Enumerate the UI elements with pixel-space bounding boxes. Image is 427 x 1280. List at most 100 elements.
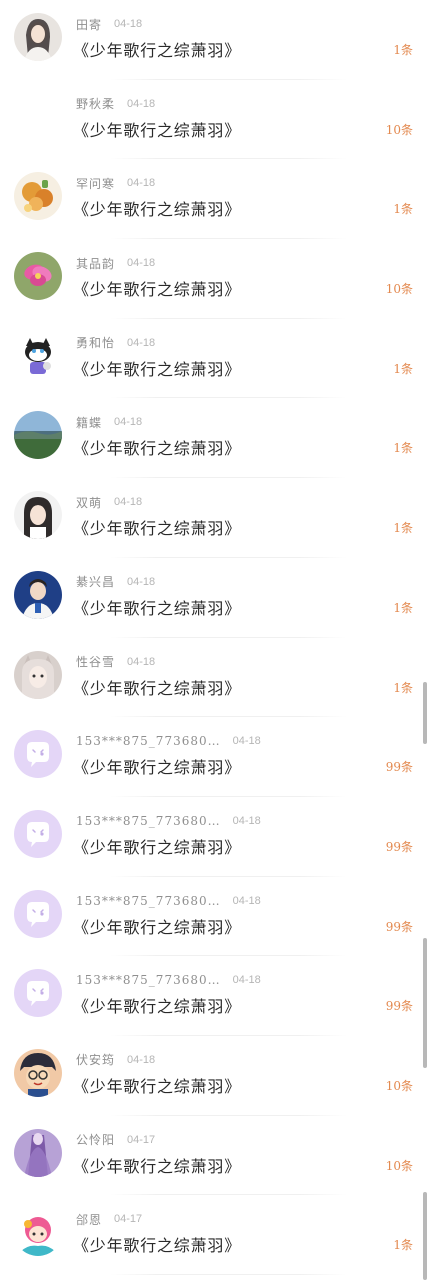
username[interactable]: 其品韵	[76, 255, 115, 272]
avatar[interactable]	[14, 730, 62, 779]
scrollbar-thumb[interactable]	[423, 938, 427, 1068]
user-meta: 性谷雪 04-18	[76, 654, 155, 670]
cat-ear-girl-icon	[14, 650, 62, 699]
user-meta: 双萌 04-18	[76, 494, 142, 510]
list-item[interactable]: 153***875_773680… 04-18 《少年歌行之综萧羽》 99条	[0, 797, 427, 877]
user-meta: 郃恩 04-17	[76, 1211, 142, 1227]
comment-count: 99条	[385, 839, 413, 854]
list-item[interactable]: 野秋柔 04-18 《少年歌行之综萧羽》 10条	[0, 80, 427, 160]
list-item[interactable]: 153***875_773680… 04-18 《少年歌行之综萧羽》 99条	[0, 956, 427, 1036]
reader-list: 田寄 04-18 《少年歌行之综萧羽》 1条 野秋柔 04-18 《少年歌行之综萧羽》 10条…	[0, 0, 427, 1275]
timestamp: 04-18	[127, 1053, 156, 1066]
timestamp: 04-18	[232, 974, 261, 987]
avatar[interactable]	[14, 491, 62, 540]
timestamp: 04-18	[114, 416, 143, 429]
scrollbar-thumb[interactable]	[423, 682, 427, 744]
avatar[interactable]	[14, 1048, 62, 1097]
username[interactable]: 罕问寒	[76, 175, 115, 192]
comment-count: 1条	[393, 441, 413, 456]
avatar[interactable]	[14, 1128, 62, 1177]
timestamp: 04-18	[232, 814, 261, 827]
avatar[interactable]	[14, 1208, 62, 1257]
book-title[interactable]: 《少年歌行之综萧羽》	[73, 595, 241, 619]
username[interactable]: 性谷雪	[76, 653, 115, 670]
avatar[interactable]	[14, 570, 62, 619]
comment-count: 1条	[393, 43, 413, 57]
book-title[interactable]: 《少年歌行之综萧羽》	[73, 914, 241, 938]
list-item[interactable]: 公怜阳 04-17 《少年歌行之综萧羽》 10条	[0, 1116, 427, 1196]
user-meta: 公怜阳 04-17	[76, 1132, 155, 1148]
comment-count: 1条	[393, 1238, 413, 1253]
username[interactable]: 153***875_773680…	[76, 894, 221, 908]
list-item[interactable]: 双萌 04-18 《少年歌行之综萧羽》 1条	[0, 478, 427, 558]
avatar[interactable]	[14, 809, 62, 858]
default-chat-bubble-icon	[14, 809, 62, 858]
avatar[interactable]	[14, 331, 62, 380]
user-meta: 田寄 04-18	[76, 16, 142, 32]
list-item[interactable]: 伏安筠 04-18 《少年歌行之综萧羽》 10条	[0, 1036, 427, 1116]
list-item[interactable]: 郃恩 04-17 《少年歌行之综萧羽》 1条	[0, 1195, 427, 1275]
book-title[interactable]: 《少年歌行之综萧羽》	[73, 1153, 241, 1177]
book-title[interactable]: 《少年歌行之综萧羽》	[73, 993, 241, 1017]
avatar[interactable]	[14, 92, 62, 141]
user-meta: 153***875_773680… 04-18	[76, 733, 261, 749]
username[interactable]: 双萌	[76, 494, 102, 511]
list-item[interactable]: 性谷雪 04-18 《少年歌行之综萧羽》 1条	[0, 638, 427, 718]
username[interactable]: 153***875_773680…	[76, 734, 221, 748]
timestamp: 04-18	[127, 257, 156, 270]
book-title[interactable]: 《少年歌行之综萧羽》	[73, 1073, 241, 1097]
avatar[interactable]	[14, 13, 62, 61]
username[interactable]: 籍蝶	[76, 414, 102, 431]
username[interactable]: 勇和怡	[76, 334, 115, 351]
book-title[interactable]: 《少年歌行之综萧羽》	[73, 435, 241, 459]
book-title[interactable]: 《少年歌行之综萧羽》	[73, 356, 241, 380]
book-title[interactable]: 《少年歌行之综萧羽》	[73, 834, 241, 858]
user-meta: 野秋柔 04-18	[76, 96, 155, 112]
username[interactable]: 田寄	[76, 16, 102, 33]
landscape-icon	[14, 411, 62, 460]
username[interactable]: 153***875_773680…	[76, 973, 221, 987]
list-item[interactable]: 綦兴昌 04-18 《少年歌行之综萧羽》 1条	[0, 558, 427, 638]
book-title[interactable]: 《少年歌行之综萧羽》	[73, 276, 241, 300]
girl-photo-icon	[14, 491, 62, 540]
avatar[interactable]	[14, 252, 62, 301]
book-title[interactable]: 《少年歌行之综萧羽》	[73, 754, 241, 778]
list-item[interactable]: 其品韵 04-18 《少年歌行之综萧羽》 10条	[0, 239, 427, 319]
avatar[interactable]	[14, 172, 62, 221]
avatar[interactable]	[14, 411, 62, 460]
avatar[interactable]	[14, 969, 62, 1018]
username[interactable]: 綦兴昌	[76, 573, 115, 590]
avatar[interactable]	[14, 889, 62, 938]
user-meta: 其品韵 04-18	[76, 255, 155, 271]
username[interactable]: 郃恩	[76, 1211, 102, 1228]
book-title[interactable]: 《少年歌行之综萧羽》	[73, 117, 241, 141]
username[interactable]: 野秋柔	[76, 95, 115, 112]
book-title[interactable]: 《少年歌行之综萧羽》	[73, 515, 241, 539]
boy-photo-icon	[14, 570, 62, 619]
timestamp: 04-18	[232, 735, 261, 748]
book-title[interactable]: 《少年歌行之综萧羽》	[73, 196, 241, 220]
book-title[interactable]: 《少年歌行之综萧羽》	[73, 37, 241, 61]
timestamp: 04-18	[127, 655, 156, 668]
comment-count: 99条	[385, 760, 413, 775]
list-item[interactable]: 籍蝶 04-18 《少年歌行之综萧羽》 1条	[0, 398, 427, 479]
list-item[interactable]: 153***875_773680… 04-18 《少年歌行之综萧羽》 99条	[0, 717, 427, 797]
timestamp: 04-18	[127, 177, 156, 190]
list-item[interactable]: 勇和怡 04-18 《少年歌行之综萧羽》 1条	[0, 319, 427, 399]
comment-count: 1条	[393, 361, 413, 376]
avatar[interactable]	[14, 650, 62, 699]
username[interactable]: 153***875_773680…	[76, 814, 221, 828]
comment-count: 99条	[385, 919, 413, 934]
book-title[interactable]: 《少年歌行之综萧羽》	[73, 1232, 241, 1256]
book-title[interactable]: 《少年歌行之综萧羽》	[73, 675, 241, 699]
username[interactable]: 伏安筠	[76, 1051, 115, 1068]
comment-count: 10条	[385, 1158, 413, 1173]
user-meta: 綦兴昌 04-18	[76, 574, 155, 590]
username[interactable]: 公怜阳	[76, 1131, 115, 1148]
list-item[interactable]: 田寄 04-18 《少年歌行之综萧羽》 1条	[0, 0, 427, 80]
timestamp: 04-18	[232, 894, 261, 907]
list-item[interactable]: 153***875_773680… 04-18 《少年歌行之综萧羽》 99条	[0, 877, 427, 957]
list-item[interactable]: 罕问寒 04-18 《少年歌行之综萧羽》 1条	[0, 159, 427, 240]
default-chat-bubble-icon	[14, 969, 62, 1018]
scrollbar-thumb[interactable]	[423, 1192, 427, 1280]
